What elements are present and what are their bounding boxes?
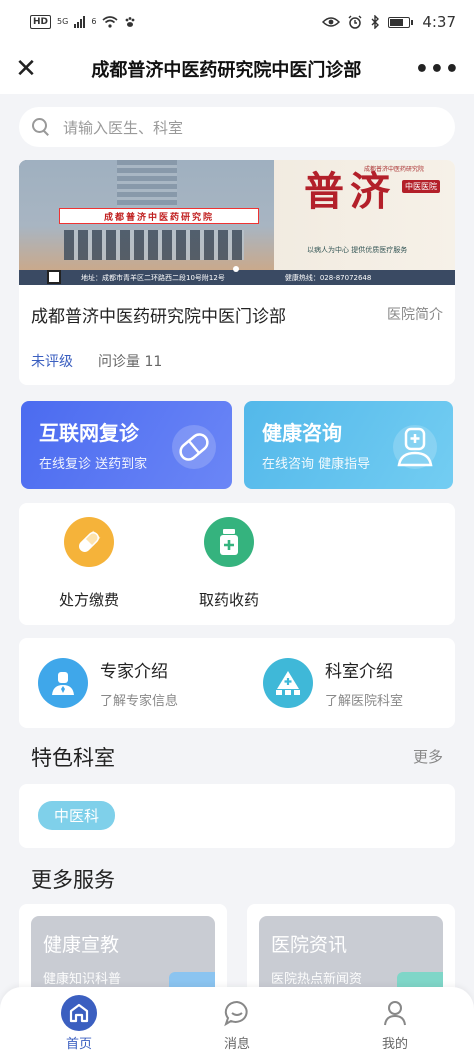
building-sign: 成都普济中医药研究院 xyxy=(59,208,259,224)
featured-departments: 中医科 xyxy=(19,784,455,848)
search-icon xyxy=(31,117,51,137)
search-input[interactable]: 请输入医生、科室 xyxy=(63,117,183,138)
hospital-intro-link[interactable]: 医院简介 xyxy=(387,304,443,324)
close-icon[interactable]: ✕ xyxy=(14,56,38,82)
medicine-pickup-button[interactable]: 取药收药 xyxy=(169,517,289,610)
expert-intro-subtitle: 了解专家信息 xyxy=(100,694,179,709)
hospital-grade: 未评级 xyxy=(31,354,73,370)
bluetooth-icon xyxy=(371,15,380,29)
hospital-banner[interactable]: 成都普济中医药研究院 成都普济中医药研究院 普济 中医医院 以病人为中心 提供优… xyxy=(19,160,455,285)
health-education-title: 健康宣教 xyxy=(43,934,120,956)
profile-icon xyxy=(377,995,413,1031)
doctor-icon xyxy=(393,425,437,469)
signal-icon xyxy=(74,16,86,28)
quick-actions: 处方缴费 取药收药 xyxy=(19,503,455,625)
medicine-pickup-label: 取药收药 xyxy=(198,591,259,609)
department-intro-subtitle: 了解医院科室 xyxy=(325,694,404,709)
banner-badge: 中医医院 xyxy=(402,180,440,193)
message-icon xyxy=(219,995,255,1031)
prescription-pay-button[interactable]: 处方缴费 xyxy=(29,517,149,610)
department-tag[interactable]: 中医科 xyxy=(38,801,116,830)
search-bar[interactable]: 请输入医生、科室 xyxy=(19,107,455,147)
banner-phone: 健康热线：028-87072648 xyxy=(284,273,372,282)
paw-icon xyxy=(126,17,135,27)
online-revisit-card[interactable]: 互联网复诊 在线复诊 送药到家 xyxy=(21,401,232,489)
building-windows xyxy=(64,230,244,260)
banner-footer: 地址：成都市青羊区二环路西二段10号附12号 健康热线：028-87072648 xyxy=(19,270,455,285)
consult-count: 问诊量 11 xyxy=(98,354,163,370)
expert-intro-title: 专家介绍 xyxy=(100,662,168,682)
info-links: 专家介绍 了解专家信息 科室介绍 了解医院科室 xyxy=(19,638,455,728)
health-consult-card[interactable]: 健康咨询 在线咨询 健康指导 xyxy=(244,401,453,489)
online-revisit-title: 互联网复诊 xyxy=(39,421,139,445)
expert-icon xyxy=(38,658,88,708)
hospital-card: 成都普济中医药研究院 成都普济中医药研究院 普济 中医医院 以病人为中心 提供优… xyxy=(19,160,455,385)
qr-code-icon xyxy=(47,270,61,284)
department-intro-title: 科室介绍 xyxy=(325,662,393,682)
tab-messages[interactable]: 消息 xyxy=(158,987,316,1053)
wifi-icon xyxy=(102,16,118,28)
health-consult-title: 健康咨询 xyxy=(262,421,342,445)
department-icon xyxy=(263,658,313,708)
tab-bar: 首页 消息 我的 xyxy=(0,987,474,1053)
medicine-bottle-icon xyxy=(204,517,254,567)
hospital-news-title: 医院资讯 xyxy=(271,934,348,956)
status-bar: HD 5G 6 4:37 xyxy=(0,0,474,44)
clock-time: 4:37 xyxy=(422,13,456,31)
page-title: 成都普济中医药研究院中医门诊部 xyxy=(91,60,362,81)
signal-6-label: 6 xyxy=(91,17,97,26)
tab-home[interactable]: 首页 xyxy=(0,987,158,1053)
hd-badge: HD xyxy=(30,15,52,29)
nav-bar: ✕ 成都普济中医药研究院中医门诊部 ••• xyxy=(0,44,474,94)
pill-icon xyxy=(64,517,114,567)
banner-address: 地址：成都市青羊区二环路西二段10号附12号 xyxy=(81,273,225,282)
battery-icon xyxy=(388,16,414,28)
prescription-pay-label: 处方缴费 xyxy=(58,591,119,609)
tab-home-label: 首页 xyxy=(65,1037,92,1052)
more-icon[interactable]: ••• xyxy=(415,57,460,82)
department-intro-link[interactable]: 科室介绍 了解医院科室 xyxy=(263,657,403,709)
eye-icon xyxy=(322,17,341,27)
banner-slogan: 以病人为中心 提供优质医疗服务 xyxy=(307,246,408,254)
carousel-indicator xyxy=(233,266,239,272)
more-services-title: 更多服务 xyxy=(31,868,115,892)
tab-profile-label: 我的 xyxy=(381,1037,408,1052)
signal-5g-label: 5G xyxy=(57,17,69,26)
hospital-name: 成都普济中医药研究院中医门诊部 xyxy=(31,307,286,327)
capsule-icon xyxy=(172,425,216,469)
online-revisit-subtitle: 在线复诊 送药到家 xyxy=(39,457,148,472)
expert-intro-link[interactable]: 专家介绍 了解专家信息 xyxy=(38,657,178,709)
home-icon xyxy=(61,995,97,1031)
tab-messages-label: 消息 xyxy=(223,1037,250,1052)
tower-photo xyxy=(117,160,177,210)
health-education-subtitle: 健康知识科普 xyxy=(43,972,122,987)
alarm-icon xyxy=(348,15,362,29)
banner-headline: 普济 xyxy=(304,168,396,215)
health-consult-subtitle: 在线咨询 健康指导 xyxy=(262,457,371,472)
featured-section-title: 特色科室 xyxy=(31,746,115,770)
featured-more-link[interactable]: 更多 xyxy=(413,746,443,767)
hospital-news-subtitle: 医院热点新闻资 xyxy=(271,972,363,987)
tab-profile[interactable]: 我的 xyxy=(316,987,474,1053)
